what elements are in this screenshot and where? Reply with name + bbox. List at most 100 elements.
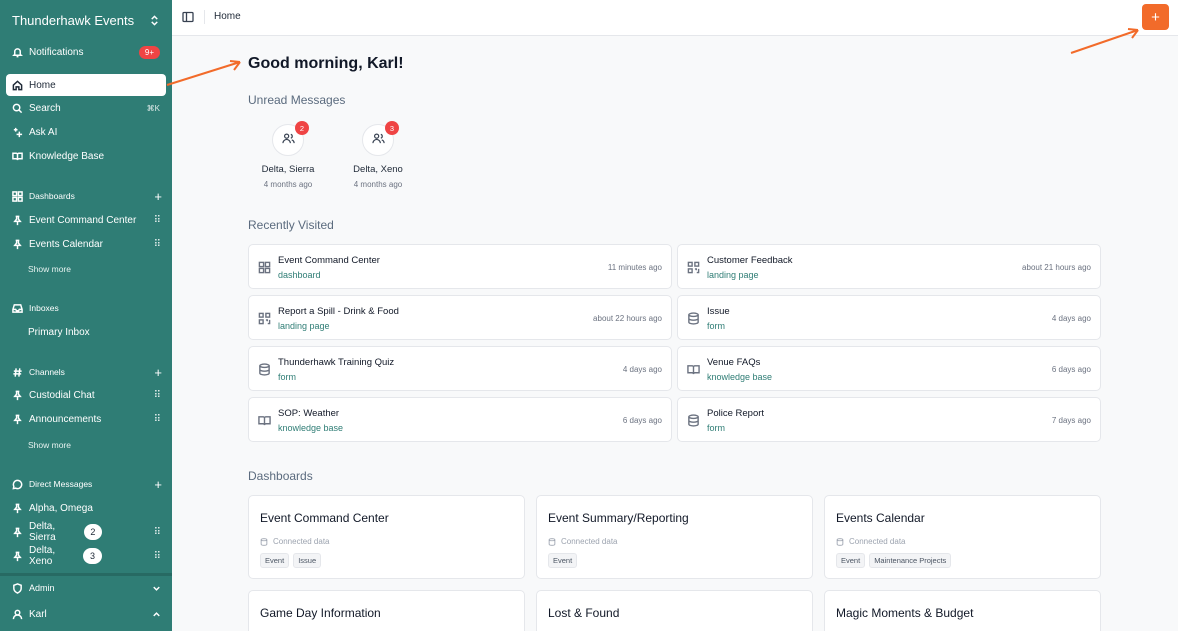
sidebar-item-label: Announcements [29, 413, 102, 425]
dashboard-card-title: Game Day Information [260, 606, 381, 620]
drag-handle-icon[interactable]: ⠿ [154, 527, 161, 538]
sidebar-item-label: Search [29, 102, 61, 114]
unread-badge: 2 [295, 121, 309, 135]
recent-item[interactable]: Report a Spill - Drink & Food landing pag… [248, 295, 672, 340]
recent-item-title: Customer Feedback [707, 255, 793, 266]
recent-item[interactable]: Customer Feedback landing page about 21 ho… [677, 244, 1101, 289]
workspace-switcher[interactable]: Thunderhawk Events [0, 0, 172, 40]
sidebar-item-label: Events Calendar [29, 238, 103, 250]
dashboard-card[interactable]: Magic Moments & Budget [824, 590, 1101, 631]
recent-item-type[interactable]: knowledge base [278, 423, 343, 433]
sidebar-item-notifications[interactable]: Notifications 9+ [6, 41, 166, 63]
grid-icon [12, 190, 23, 202]
message-sender: Delta, Sierra [261, 164, 315, 175]
recent-item[interactable]: Thunderhawk Training Quiz form 4 days ago [248, 346, 672, 391]
sidebar-item-channel[interactable]: Custodial Chat ⠿ [6, 384, 166, 406]
user-name: Karl [29, 608, 47, 620]
recent-item[interactable]: Event Command Center dashboard 11 minutes … [248, 244, 672, 289]
recent-item-type[interactable]: landing page [707, 270, 759, 280]
add-direct-message-button[interactable]: + [154, 478, 162, 491]
home-icon [12, 79, 23, 91]
book-icon [12, 151, 23, 162]
recent-item[interactable]: SOP: Weather knowledge base 6 days ago [248, 397, 672, 442]
section-title: Dashboards [29, 191, 75, 201]
recent-item-title: Issue [707, 306, 730, 317]
dashboard-card[interactable]: Lost & Found [536, 590, 813, 631]
dashboard-card[interactable]: Event Summary/Reporting Connected data Eve… [536, 495, 813, 579]
sidebar-item-channel[interactable]: Announcements ⠿ [6, 408, 166, 430]
users-icon [371, 132, 385, 148]
workspace-name: Thunderhawk Events [12, 12, 135, 28]
unread-message-item[interactable]: 3 Delta, Xeno 4 months ago [343, 121, 413, 189]
sparkles-icon [12, 127, 23, 138]
recent-item-type[interactable]: form [707, 423, 725, 433]
breadcrumb[interactable]: Home [214, 11, 241, 22]
sidebar-item-dashboard[interactable]: Events Calendar ⠿ [6, 233, 166, 255]
add-button[interactable]: + [1142, 4, 1169, 30]
sidebar-item-label: Ask AI [29, 126, 58, 138]
connected-data-text: Connected data [561, 537, 618, 546]
sidebar-item-label: Home [29, 79, 56, 91]
search-shortcut: ⌘K [146, 103, 160, 113]
user-menu[interactable]: Karl [12, 606, 162, 622]
sidebar-item-search[interactable]: Search ⌘K [6, 97, 166, 119]
sidebar-item-label: Notifications [29, 46, 84, 58]
shield-icon [12, 582, 23, 594]
section-channels: Channels + [12, 364, 162, 380]
add-channel-button[interactable]: + [154, 366, 162, 379]
recent-item[interactable]: Issue form 4 days ago [677, 295, 1101, 340]
recent-item[interactable]: Police Report form 7 days ago [677, 397, 1101, 442]
tag-list: Event [548, 553, 578, 568]
sidebar-item-knowledge-base[interactable]: Knowledge Base [6, 145, 166, 167]
sidebar-item-label: Custodial Chat [29, 389, 95, 401]
connected-data-text: Connected data [273, 537, 330, 546]
sidebar-item-label: Alpha, Omega [29, 502, 93, 514]
database-icon [258, 363, 271, 376]
sidebar-item-dm[interactable]: Delta, Xeno 3 ⠿ [6, 545, 166, 567]
recent-item-type[interactable]: form [278, 372, 296, 382]
message-time: 4 months ago [353, 180, 403, 189]
recent-item-type[interactable]: form [707, 321, 725, 331]
topbar: Home [172, 0, 1178, 36]
recent-item-title: Thunderhawk Training Quiz [278, 357, 395, 368]
drag-handle-icon[interactable]: ⠿ [154, 239, 161, 250]
dashboard-card[interactable]: Events Calendar Connected data Event Mainte… [824, 495, 1101, 579]
drag-handle-icon[interactable]: ⠿ [154, 390, 161, 401]
sidebar-item-dm[interactable]: Delta, Sierra 2 ⠿ [6, 521, 166, 543]
sidebar-item-dm[interactable]: Alpha, Omega [6, 497, 166, 519]
unread-message-item[interactable]: 2 Delta, Sierra 4 months ago [253, 121, 323, 189]
data-tag: Event [548, 553, 578, 568]
add-dashboard-button[interactable]: + [154, 190, 162, 203]
sidebar-item-dashboard[interactable]: Event Command Center ⠿ [6, 209, 166, 231]
topbar-divider [204, 10, 205, 24]
chevron-up-icon [151, 609, 162, 620]
sidebar-item-primary-inbox[interactable]: Primary Inbox [28, 327, 90, 338]
drag-handle-icon[interactable]: ⠿ [154, 215, 161, 226]
recent-item-type[interactable]: dashboard [278, 270, 321, 280]
database-icon [687, 312, 700, 325]
sidebar-item-admin[interactable]: Admin [12, 580, 162, 596]
unread-count-badge: 2 [84, 524, 102, 540]
sidebar-toggle-icon[interactable] [182, 11, 194, 23]
connected-data-text: Connected data [849, 537, 906, 546]
show-more-dashboards[interactable]: Show more [28, 264, 71, 274]
recent-item-title: Venue FAQs [707, 357, 761, 368]
sidebar-item-label: Event Command Center [29, 214, 137, 226]
sidebar-item-ask-ai[interactable]: Ask AI [6, 121, 166, 143]
database-icon [687, 414, 700, 427]
message-sender: Delta, Xeno [353, 164, 403, 175]
sidebar-item-home[interactable]: Home [6, 74, 166, 96]
annotation-arrow-home [166, 60, 241, 86]
data-tag: Event [836, 553, 866, 568]
dashboard-card[interactable]: Event Command Center Connected data Event I… [248, 495, 525, 579]
qr-icon [687, 261, 700, 274]
drag-handle-icon[interactable]: ⠿ [154, 414, 161, 425]
dashboard-card[interactable]: Game Day Information [248, 590, 525, 631]
pin-icon [12, 503, 23, 514]
recent-item-type[interactable]: landing page [278, 321, 330, 331]
pin-icon [12, 390, 23, 401]
drag-handle-icon[interactable]: ⠿ [154, 551, 161, 562]
show-more-channels[interactable]: Show more [28, 440, 71, 450]
recent-item[interactable]: Venue FAQs knowledge base 6 days ago [677, 346, 1101, 391]
recent-item-type[interactable]: knowledge base [707, 372, 772, 382]
